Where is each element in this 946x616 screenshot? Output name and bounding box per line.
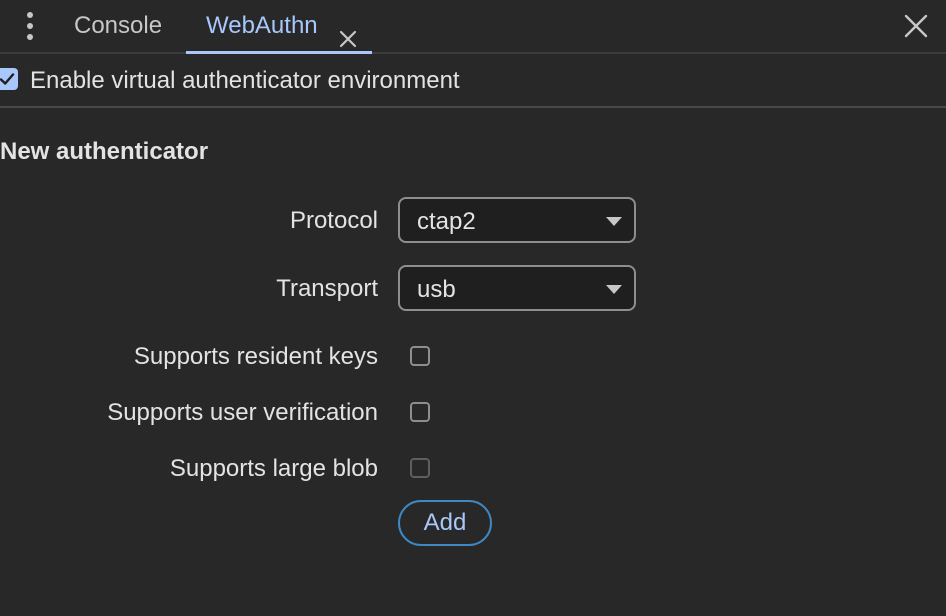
- tab-console-label: Console: [74, 12, 163, 39]
- resident-keys-label: Supports resident keys: [133, 343, 378, 370]
- enable-environment-checkbox[interactable]: [0, 68, 18, 90]
- large-blob-checkbox[interactable]: [410, 458, 430, 478]
- protocol-value: ctap2: [417, 208, 476, 235]
- user-verification-label: Supports user verification: [107, 399, 378, 426]
- protocol-select[interactable]: ctap2: [398, 197, 636, 243]
- user-verification-checkbox[interactable]: [410, 402, 430, 422]
- transport-label: Transport: [276, 275, 378, 302]
- enable-environment-label: Enable virtual authenticator environment: [30, 67, 460, 94]
- add-authenticator-button[interactable]: Add: [398, 500, 492, 546]
- resident-keys-checkbox[interactable]: [410, 346, 430, 366]
- close-panel-icon[interactable]: [903, 13, 929, 39]
- close-tab-icon[interactable]: [338, 16, 358, 48]
- tab-webauthn[interactable]: WebAuthn: [186, 0, 372, 54]
- transport-value: usb: [417, 276, 456, 303]
- large-blob-label: Supports large blob: [169, 455, 378, 482]
- section-title: New authenticator: [0, 138, 209, 165]
- dropdown-arrow-icon: [606, 217, 622, 226]
- checkmark-icon: [0, 73, 15, 85]
- protocol-label: Protocol: [289, 207, 378, 234]
- more-options-icon[interactable]: [20, 10, 40, 42]
- enable-environment-row: Enable virtual authenticator environment: [0, 54, 946, 108]
- devtools-tabbar: Console WebAuthn: [0, 0, 946, 54]
- tab-console[interactable]: Console: [74, 0, 162, 52]
- transport-select[interactable]: usb: [398, 265, 636, 311]
- tab-webauthn-label: WebAuthn: [206, 12, 318, 39]
- dropdown-arrow-icon: [606, 285, 622, 294]
